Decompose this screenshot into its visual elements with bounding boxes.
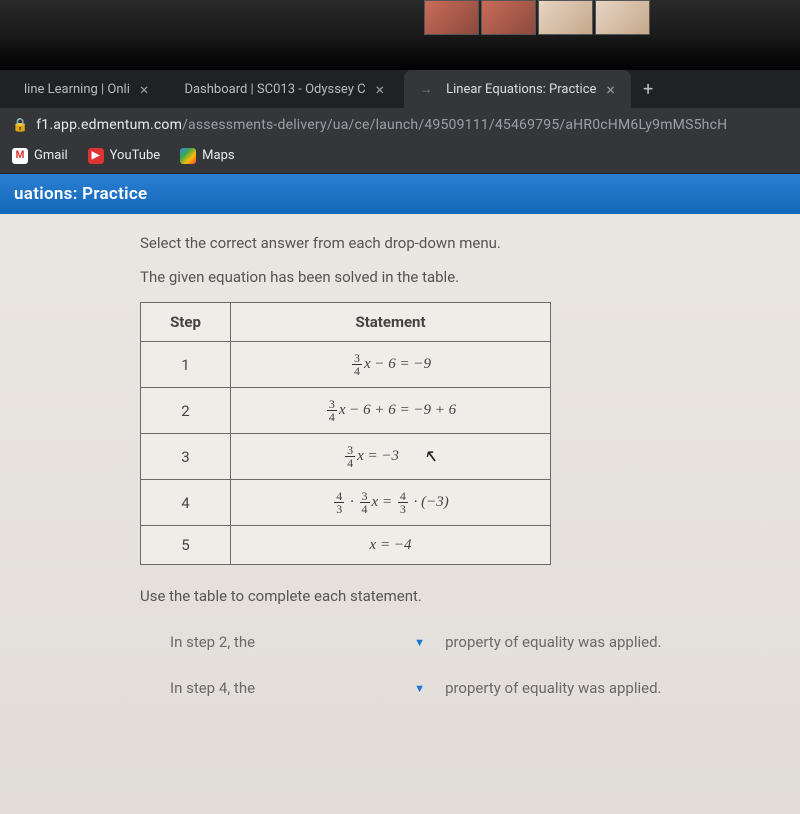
- fill-text: In step 2, the: [170, 633, 255, 651]
- bookmark-label: Maps: [202, 148, 234, 163]
- browser-tabstrip: line Learning | Onli × Dashboard | SC013…: [0, 70, 800, 108]
- close-icon[interactable]: ×: [606, 80, 615, 99]
- step-statement: 43 · 34x = 43 · (−3): [231, 480, 551, 526]
- thumbnail: [481, 0, 536, 35]
- gmail-icon: M: [12, 148, 28, 164]
- fill-text: property of equality was applied.: [445, 679, 661, 697]
- tab-title: Dashboard | SC013 - Odyssey C: [184, 82, 365, 97]
- bookmark-maps[interactable]: Maps: [180, 148, 234, 164]
- table-row: 4 43 · 34x = 43 · (−3): [141, 480, 551, 526]
- fill-line-2: In step 4, the ▼ property of equality wa…: [140, 679, 760, 697]
- table-header-row: Step Statement: [141, 303, 551, 342]
- thumbnail: [424, 0, 479, 35]
- bookmark-label: YouTube: [110, 148, 161, 163]
- thumbnail: [595, 0, 650, 35]
- new-tab-button[interactable]: +: [635, 79, 661, 100]
- step-statement: 34x − 6 = −9: [231, 342, 551, 388]
- step-num: 2: [141, 388, 231, 434]
- arrow-icon: →: [420, 82, 432, 96]
- tab-title: line Learning | Onli: [24, 82, 130, 97]
- dropdown-step2[interactable]: ▼: [275, 636, 425, 649]
- bookmarks-bar: M Gmail ▶ YouTube Maps: [0, 142, 800, 174]
- steps-table: Step Statement 1 34x − 6 = −9 2 34x − 6 …: [140, 302, 551, 565]
- col-statement: Statement: [231, 303, 551, 342]
- bookmark-label: Gmail: [34, 148, 68, 163]
- thumbnail: [538, 0, 593, 35]
- fill-text: property of equality was applied.: [445, 633, 661, 651]
- step-num: 3: [141, 434, 231, 480]
- chevron-down-icon: ▼: [414, 636, 425, 649]
- table-row: 5 x = −4: [141, 526, 551, 565]
- table-row: 2 34x − 6 + 6 = −9 + 6: [141, 388, 551, 434]
- address-bar[interactable]: 🔒 f1.app.edmentum.com/assessments-delive…: [0, 108, 800, 142]
- maps-icon: [180, 148, 196, 164]
- lock-icon: 🔒: [12, 118, 28, 133]
- url-text: f1.app.edmentum.com/assessments-delivery…: [36, 117, 727, 133]
- fill-line-1: In step 2, the ▼ property of equality wa…: [140, 633, 760, 651]
- bookmark-youtube[interactable]: ▶ YouTube: [88, 148, 161, 164]
- table-row: 3 34x = −3 ↖: [141, 434, 551, 480]
- step-num: 4: [141, 480, 231, 526]
- instruction-text: Select the correct answer from each drop…: [140, 234, 760, 252]
- browser-tab[interactable]: line Learning | Onli ×: [8, 70, 164, 109]
- page-title: uations: Practice: [0, 174, 800, 214]
- instruction-text: The given equation has been solved in th…: [140, 268, 760, 286]
- table-row: 1 34x − 6 = −9: [141, 342, 551, 388]
- dropdown-step4[interactable]: ▼: [275, 682, 425, 695]
- browser-tab[interactable]: Dashboard | SC013 - Odyssey C ×: [168, 70, 400, 109]
- bookmark-gmail[interactable]: M Gmail: [12, 148, 68, 164]
- window-top-blank: [0, 0, 800, 70]
- col-step: Step: [141, 303, 231, 342]
- chevron-down-icon: ▼: [414, 682, 425, 695]
- step-statement: 34x − 6 + 6 = −9 + 6: [231, 388, 551, 434]
- complete-instruction: Use the table to complete each statement…: [140, 587, 760, 605]
- fill-text: In step 4, the: [170, 679, 255, 697]
- step-statement: x = −4: [231, 526, 551, 565]
- close-icon[interactable]: ×: [140, 80, 149, 99]
- step-statement: 34x = −3 ↖: [231, 434, 551, 480]
- step-num: 5: [141, 526, 231, 565]
- tab-title: Linear Equations: Practice: [446, 82, 596, 97]
- browser-tab-active[interactable]: → Linear Equations: Practice ×: [404, 70, 631, 109]
- window-thumbnails: [424, 0, 650, 35]
- cursor-icon: ↖: [423, 446, 438, 467]
- youtube-icon: ▶: [88, 148, 104, 164]
- step-num: 1: [141, 342, 231, 388]
- close-icon[interactable]: ×: [376, 80, 385, 99]
- main-content: Select the correct answer from each drop…: [0, 214, 800, 814]
